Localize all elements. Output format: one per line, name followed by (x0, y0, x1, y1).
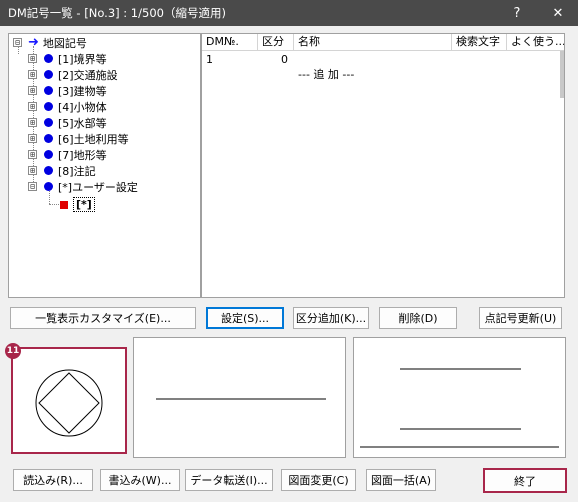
add-category-button[interactable]: 区分追加(K)... (293, 307, 369, 329)
arrow-right-icon: ➜ (28, 35, 39, 50)
column-header-search[interactable]: 検索文字 (452, 34, 507, 51)
symbol-preview-line (133, 337, 346, 458)
tree-item[interactable]: ⊞ [2]交通施設 (28, 67, 118, 82)
collapse-icon[interactable]: ⊟ (28, 182, 37, 191)
expand-icon[interactable]: ⊞ (28, 70, 37, 79)
column-header-name[interactable]: 名称 (294, 34, 452, 51)
tree-item-label: [*]ユーザー設定 (58, 180, 138, 194)
tree-item[interactable]: ⊞ [3]建物等 (28, 83, 107, 98)
blue-dot-icon (44, 54, 53, 63)
circle-diamond-symbol-icon (35, 369, 103, 437)
tree-child-item[interactable]: [*] (60, 197, 95, 212)
load-button[interactable]: 読込み(R)... (13, 469, 93, 491)
expand-icon[interactable]: ⊞ (28, 150, 37, 159)
exit-button[interactable]: 終了 (483, 468, 567, 493)
blue-dot-icon (44, 102, 53, 111)
tree-child-label: [*] (73, 197, 95, 212)
tree-item-label: [3]建物等 (58, 84, 107, 98)
blue-dot-icon (44, 86, 53, 95)
tree-item[interactable]: ⊞ [4]小物体 (28, 99, 107, 114)
blue-dot-icon (44, 182, 53, 191)
change-drawing-button[interactable]: 図面変更(C) (281, 469, 356, 491)
update-point-symbol-button[interactable]: 点記号更新(U) (479, 307, 562, 329)
add-row[interactable]: --- 追 加 --- (202, 67, 564, 82)
tree-connector (49, 204, 59, 205)
table-row[interactable]: 1 0 (202, 52, 564, 67)
tree-item[interactable]: ⊞ [7]地形等 (28, 147, 107, 162)
write-button[interactable]: 書込み(W)... (100, 469, 180, 491)
expand-icon[interactable]: ⊞ (28, 54, 37, 63)
column-header-frequent[interactable]: よく使う... (507, 34, 564, 51)
tree-root[interactable]: ⊟ ➜ 地図記号 (13, 35, 87, 50)
blue-dot-icon (44, 118, 53, 127)
step-number-badge: 11 (5, 343, 21, 359)
list-header: DM№. 区分 名称 検索文字 よく使う... (202, 34, 564, 51)
red-square-icon (60, 200, 68, 209)
add-row-label: --- 追 加 --- (298, 68, 355, 81)
customize-list-button[interactable]: 一覧表示カスタマイズ(E)... (10, 307, 196, 329)
expand-icon[interactable]: ⊞ (28, 166, 37, 175)
column-header-dm-no[interactable]: DM№. (202, 34, 258, 51)
symbol-tree[interactable]: ⊟ ➜ 地図記号 ⊞ [1]境界等 ⊞ [2]交通施設 ⊞ [3]建物等 ⊞ [… (8, 33, 201, 298)
blue-dot-icon (44, 166, 53, 175)
tree-root-label: 地図記号 (42, 36, 87, 50)
expand-icon[interactable]: ⊞ (28, 102, 37, 111)
delete-button[interactable]: 削除(D) (379, 307, 457, 329)
symbol-preview-area (353, 337, 566, 458)
blue-dot-icon (44, 70, 53, 79)
scrollbar[interactable] (560, 51, 564, 98)
tree-item-label: [8]注記 (58, 164, 96, 178)
settings-button[interactable]: 設定(S)... (206, 307, 284, 329)
line-symbol-icon (156, 398, 326, 400)
expand-icon[interactable]: ⊞ (28, 134, 37, 143)
cell-name (294, 52, 452, 67)
blue-dot-icon (44, 134, 53, 143)
expand-icon[interactable]: ⊞ (28, 86, 37, 95)
window-title: DM記号一覧 - [No.3] : 1/500（縮号適用) (8, 6, 226, 20)
tree-item[interactable]: ⊞ [5]水部等 (28, 115, 107, 130)
batch-drawing-button[interactable]: 図面一括(A) (366, 469, 436, 491)
tree-item-label: [2]交通施設 (58, 68, 118, 82)
cell-kubun: 0 (281, 53, 288, 66)
blue-dot-icon (44, 150, 53, 159)
expand-icon[interactable]: ⊞ (28, 118, 37, 127)
tree-item[interactable]: ⊞ [6]土地利用等 (28, 131, 129, 146)
symbol-preview-point (11, 347, 127, 454)
tree-item-label: [4]小物体 (58, 100, 107, 114)
symbol-list[interactable]: DM№. 区分 名称 検索文字 よく使う... 1 0 --- 追 加 --- (201, 33, 565, 298)
tree-item-label: [5]水部等 (58, 116, 107, 130)
tree-item[interactable]: ⊞ [8]注記 (28, 163, 96, 178)
collapse-icon[interactable]: ⊟ (13, 38, 22, 47)
tree-item-label: [7]地形等 (58, 148, 107, 162)
column-header-kubun[interactable]: 区分 (258, 34, 294, 51)
data-transfer-button[interactable]: データ転送(I)... (185, 469, 273, 491)
tree-item-user-settings[interactable]: ⊟ [*]ユーザー設定 (28, 179, 138, 194)
tree-item-label: [6]土地利用等 (58, 132, 129, 146)
tree-item-label: [1]境界等 (58, 52, 107, 66)
parallel-lines-symbol-icon (360, 368, 559, 448)
title-bar: DM記号一覧 - [No.3] : 1/500（縮号適用) ? ✕ (0, 0, 578, 26)
close-button[interactable]: ✕ (538, 0, 578, 26)
tree-item[interactable]: ⊞ [1]境界等 (28, 51, 107, 66)
cell-dm-no: 1 (206, 53, 213, 66)
help-button[interactable]: ? (497, 0, 537, 26)
